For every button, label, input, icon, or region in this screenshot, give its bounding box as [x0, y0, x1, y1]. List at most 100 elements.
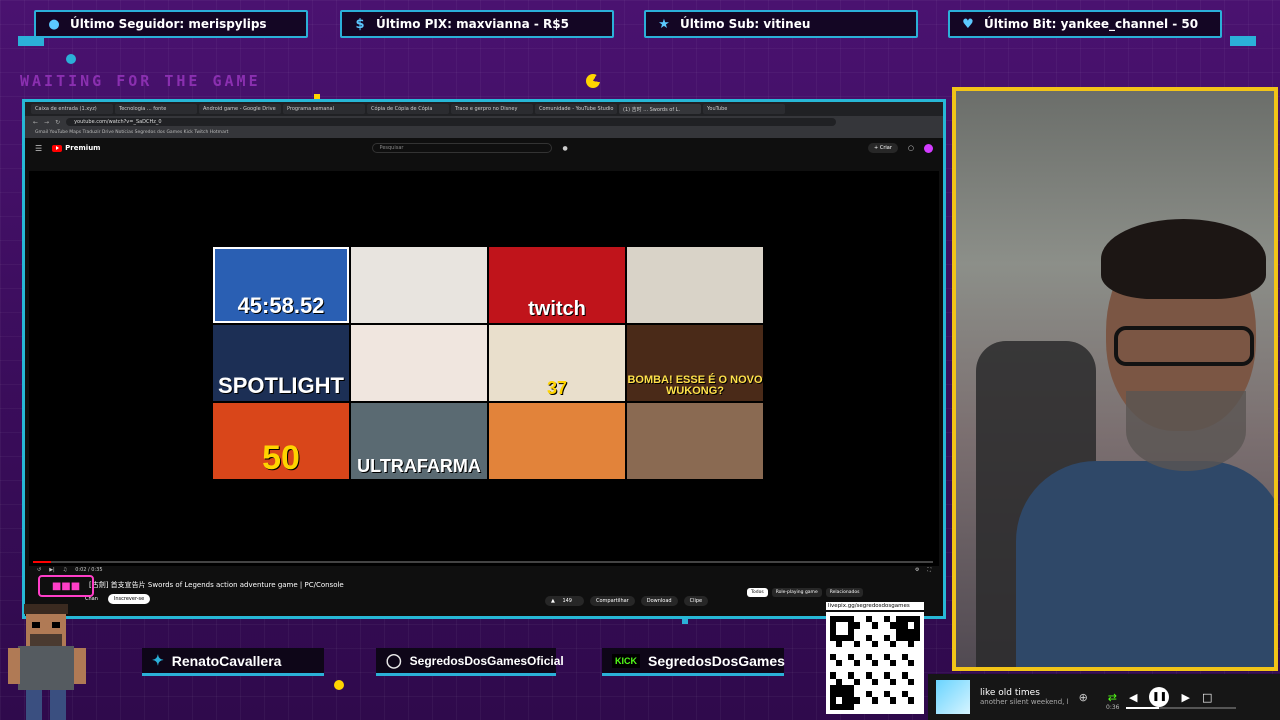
video-thumbnail[interactable]: ULTRAFARMA	[351, 403, 487, 479]
add-icon[interactable]: ⊕	[1079, 691, 1088, 704]
heart-icon: ♥	[962, 16, 974, 32]
video-thumbnail[interactable]	[351, 325, 487, 401]
last-pix: $ Último PIX: maxvianna - R$5	[340, 10, 614, 38]
create-button[interactable]: + Criar	[868, 143, 898, 153]
browser-tab[interactable]: Programa semanal	[283, 104, 365, 114]
video-thumbnail[interactable]	[627, 403, 763, 479]
streamer-glasses	[1114, 326, 1254, 366]
thumbnail-caption: BOMBA! ESSE É O NOVO WUKONG?	[627, 374, 763, 397]
video-player[interactable]: 45:58.52 twitch SPOTLIGHT 37 BOMBA! ESSE É O…	[29, 171, 939, 566]
browser-tab[interactable]: Tecnologia ... fonte	[115, 104, 197, 114]
webcam-feed	[952, 87, 1278, 671]
mic-icon[interactable]: ●	[562, 145, 567, 152]
video-thumbnail[interactable]	[351, 247, 487, 323]
volume-icon[interactable]: ♫	[63, 567, 67, 573]
avatar[interactable]	[924, 143, 933, 153]
reload-icon[interactable]: ↻	[55, 119, 60, 126]
thumbnail-caption: twitch	[528, 298, 586, 320]
thumbnail-caption: ULTRAFARMA	[357, 456, 481, 476]
pink-badge: ■■■	[38, 575, 94, 597]
browser-tab[interactable]: Comunidade - YouTube Studio	[535, 104, 617, 114]
previous-icon[interactable]: ◀	[1129, 691, 1137, 704]
instagram-handle: ◯ SegredosDosGamesOficial	[376, 648, 564, 676]
browser-tab[interactable]: Caixa de entrada (1.xyz)	[31, 104, 113, 114]
video-thumbnail[interactable]: 50	[213, 403, 349, 479]
share-button[interactable]: Compartilhar	[589, 596, 635, 606]
alerts-ticker: ● Último Seguidor: merispylips $ Último …	[0, 0, 1280, 46]
chip[interactable]: Todos	[747, 588, 768, 597]
waiting-for-game-text: WAITING FOR THE GAME	[20, 72, 261, 90]
thumbnail-caption: SPOTLIGHT	[218, 373, 344, 398]
lyrics-icon[interactable]: □	[1202, 691, 1212, 704]
last-bit: ♥ Último Bit: yankee_channel - 50	[948, 10, 1222, 38]
browser-tab[interactable]: YouTube	[703, 104, 785, 114]
video-thumbnail[interactable]: SPOTLIGHT	[213, 325, 349, 401]
chip[interactable]: Relacionados	[825, 588, 864, 597]
instagram-text: SegredosDosGamesOficial	[409, 653, 564, 668]
end-screen-grid: 45:58.52 twitch SPOTLIGHT 37 BOMBA! ESSE É O…	[213, 247, 765, 480]
kick-icon: KICK	[612, 653, 640, 668]
search-input[interactable]: Pesquisar	[372, 143, 553, 153]
player-controls: ↺ ▶| ♫ 0:02 / 0:35 ⚙ ⛶	[29, 564, 939, 576]
qr-code	[826, 612, 924, 714]
track-time: 0:36	[1106, 704, 1120, 711]
track-title: like old times	[980, 688, 1040, 698]
action-row: ▲ 149 Compartilhar Download Clipe	[545, 596, 709, 606]
like-button[interactable]: ▲ 149	[545, 596, 584, 606]
video-thumbnail[interactable]: BOMBA! ESSE É O NOVO WUKONG?	[627, 325, 763, 401]
next-track-icon[interactable]: ▶	[1181, 691, 1189, 704]
create-label: Criar	[879, 145, 892, 151]
browser-tabbar: Caixa de entrada (1.xyz) Tecnologia ... f…	[25, 102, 943, 116]
clip-button[interactable]: Clipe	[683, 596, 709, 606]
chip[interactable]: Role-playing game	[771, 588, 822, 597]
user-icon: ●	[48, 16, 60, 32]
thumbnail-caption: 37	[546, 378, 568, 398]
dollar-icon: $	[355, 16, 365, 32]
pacman-icon	[586, 74, 600, 88]
instagram-icon: ◯	[386, 652, 402, 668]
youtube-logo[interactable]: Premium	[52, 144, 100, 152]
youtube-header: ☰ Premium Pesquisar ● + Criar ○	[25, 138, 943, 158]
twitter-icon: ✦	[152, 652, 164, 668]
twitter-text: RenatoCavallera	[171, 652, 282, 669]
channel-row: Chan Inscrever-se	[85, 594, 151, 604]
youtube-logo-text: Premium	[65, 144, 101, 152]
track-progress-fill	[1126, 707, 1159, 709]
pause-button[interactable]: ❚❚	[1149, 687, 1170, 707]
last-bit-text: Último Bit: yankee_channel - 50	[984, 17, 1199, 31]
browser-urlbar: ← → ↻ youtube.com/watch?v=_SaDCHz_0	[25, 116, 943, 128]
next-icon[interactable]: ▶|	[49, 567, 55, 573]
back-icon[interactable]: ←	[33, 119, 38, 126]
last-pix-text: Último PIX: maxvianna - R$5	[376, 17, 569, 31]
streamer-shirt	[1016, 461, 1274, 667]
youtube-play-icon	[52, 144, 63, 152]
track-artist: another silent weekend, l	[980, 698, 1069, 706]
browser-tab[interactable]: (1) 吉时 ... Swords of L.	[619, 104, 701, 114]
video-thumbnail[interactable]	[627, 247, 763, 323]
qr-label: livepix.gg/segredosdosgames	[826, 602, 924, 610]
browser-tab[interactable]: Android game - Google Drive	[199, 104, 281, 114]
progress-bar[interactable]	[33, 561, 933, 563]
settings-icon[interactable]: ⚙	[915, 567, 919, 573]
pixel-character-icon	[8, 604, 86, 720]
address-bar[interactable]: youtube.com/watch?v=_SaDCHz_0	[66, 118, 837, 126]
video-thumbnail[interactable]: 37	[489, 325, 625, 401]
progress-fill	[33, 561, 51, 563]
shuffle-icon[interactable]: ⇄	[1108, 691, 1117, 704]
video-thumbnail[interactable]	[489, 403, 625, 479]
subscribe-button[interactable]: Inscrever-se	[107, 594, 151, 604]
download-button[interactable]: Download	[640, 596, 678, 606]
replay-icon[interactable]: ↺	[37, 567, 41, 573]
menu-icon[interactable]: ☰	[35, 144, 42, 153]
video-thumbnail[interactable]: 45:58.52	[213, 247, 349, 323]
bookmarks-bar[interactable]: Gmail YouTube Maps Traduzir Drive Notíci…	[25, 128, 943, 138]
browser-tab[interactable]: Cópia de Cópia de Cópia	[367, 104, 449, 114]
video-thumbnail[interactable]: twitch	[489, 247, 625, 323]
bell-icon[interactable]: ○	[908, 144, 914, 152]
thumbnail-caption: 50	[262, 439, 300, 477]
browser-tab[interactable]: Trace e gerpro no Disney	[451, 104, 533, 114]
fullscreen-icon[interactable]: ⛶	[927, 567, 931, 573]
qr-grid	[830, 616, 920, 710]
track-progress[interactable]	[1126, 707, 1236, 709]
forward-icon[interactable]: →	[44, 119, 49, 126]
